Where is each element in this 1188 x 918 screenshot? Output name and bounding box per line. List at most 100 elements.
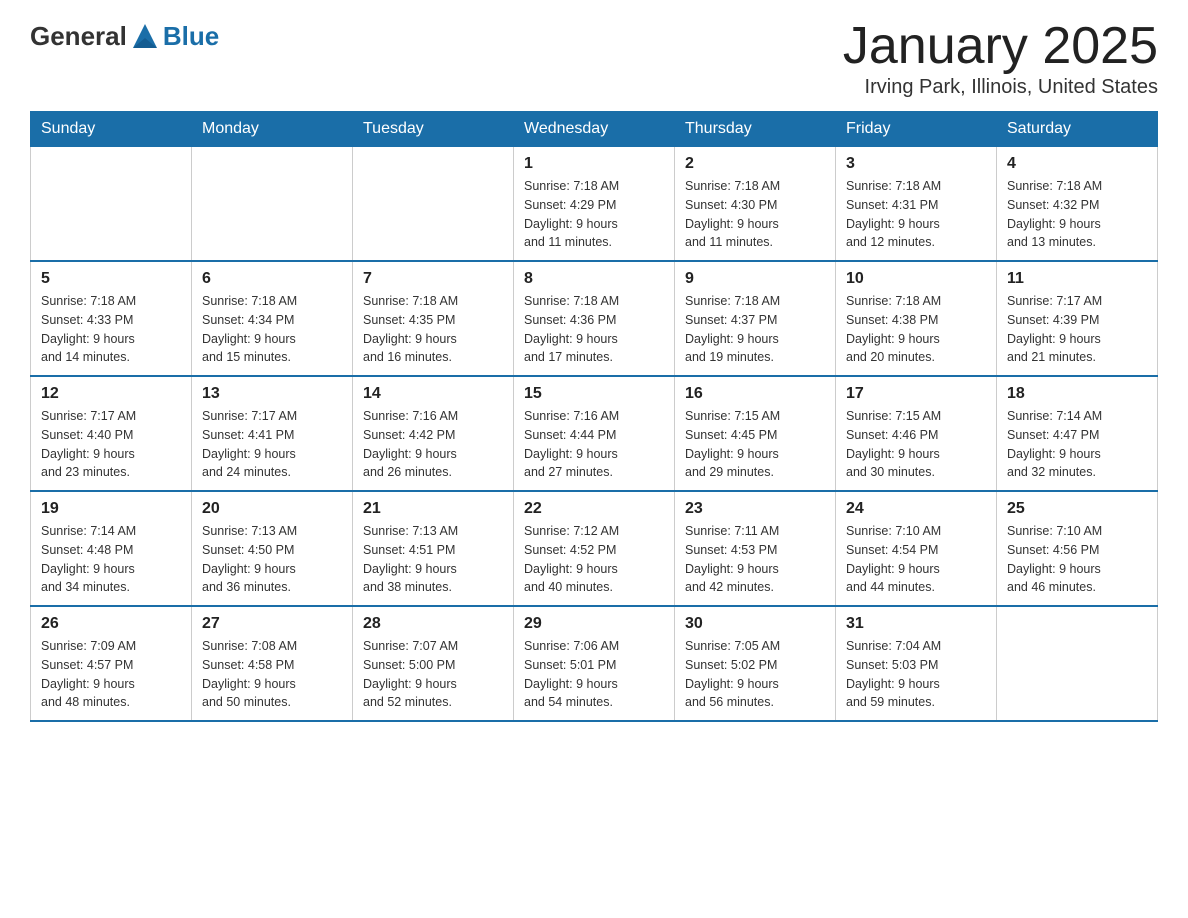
table-row: 18 Sunrise: 7:14 AMSunset: 4:47 PMDayligh… [997, 376, 1158, 491]
day-info: Sunrise: 7:18 AMSunset: 4:37 PMDaylight:… [685, 292, 825, 367]
day-number: 14 [363, 385, 503, 403]
table-row: 14 Sunrise: 7:16 AMSunset: 4:42 PMDayligh… [353, 376, 514, 491]
day-number: 12 [41, 385, 181, 403]
table-row [192, 147, 353, 262]
day-number: 20 [202, 500, 342, 518]
day-info: Sunrise: 7:14 AMSunset: 4:48 PMDaylight:… [41, 522, 181, 597]
day-info: Sunrise: 7:06 AMSunset: 5:01 PMDaylight:… [524, 637, 664, 712]
day-info: Sunrise: 7:18 AMSunset: 4:29 PMDaylight:… [524, 177, 664, 252]
day-info: Sunrise: 7:13 AMSunset: 4:50 PMDaylight:… [202, 522, 342, 597]
day-info: Sunrise: 7:18 AMSunset: 4:36 PMDaylight:… [524, 292, 664, 367]
table-row [997, 606, 1158, 721]
table-row: 11Sunrise: 7:17 AMSunset: 4:39 PMDayligh… [997, 261, 1158, 376]
table-row [353, 147, 514, 262]
day-info: Sunrise: 7:07 AMSunset: 5:00 PMDaylight:… [363, 637, 503, 712]
day-info: Sunrise: 7:16 AMSunset: 4:42 PMDaylight:… [363, 407, 503, 482]
day-info: Sunrise: 7:10 AMSunset: 4:54 PMDaylight:… [846, 522, 986, 597]
day-info: Sunrise: 7:10 AMSunset: 4:56 PMDaylight:… [1007, 522, 1147, 597]
table-row: 6 Sunrise: 7:18 AMSunset: 4:34 PMDaylight… [192, 261, 353, 376]
table-row: 17Sunrise: 7:15 AMSunset: 4:46 PMDayligh… [836, 376, 997, 491]
day-info: Sunrise: 7:18 AMSunset: 4:35 PMDaylight:… [363, 292, 503, 367]
day-info: Sunrise: 7:17 AMSunset: 4:39 PMDaylight:… [1007, 292, 1147, 367]
day-info: Sunrise: 7:17 AMSunset: 4:41 PMDaylight:… [202, 407, 342, 482]
calendar-week-row: 1 Sunrise: 7:18 AMSunset: 4:29 PMDaylight… [31, 147, 1158, 262]
table-row: 21Sunrise: 7:13 AMSunset: 4:51 PMDayligh… [353, 491, 514, 606]
calendar-week-row: 5 Sunrise: 7:18 AMSunset: 4:33 PMDaylight… [31, 261, 1158, 376]
day-info: Sunrise: 7:17 AMSunset: 4:40 PMDaylight:… [41, 407, 181, 482]
day-number: 29 [524, 615, 664, 633]
table-row: 30 Sunrise: 7:05 AMSunset: 5:02 PMDayligh… [675, 606, 836, 721]
day-info: Sunrise: 7:09 AMSunset: 4:57 PMDaylight:… [41, 637, 181, 712]
day-info: Sunrise: 7:18 AMSunset: 4:32 PMDaylight:… [1007, 177, 1147, 252]
table-row: 29 Sunrise: 7:06 AMSunset: 5:01 PMDayligh… [514, 606, 675, 721]
table-row: 22 Sunrise: 7:12 AMSunset: 4:52 PMDayligh… [514, 491, 675, 606]
day-number: 30 [685, 615, 825, 633]
day-number: 10 [846, 270, 986, 288]
day-number: 4 [1007, 155, 1147, 173]
day-info: Sunrise: 7:11 AMSunset: 4:53 PMDaylight:… [685, 522, 825, 597]
day-number: 6 [202, 270, 342, 288]
location: Irving Park, Illinois, United States [843, 76, 1158, 99]
col-wednesday: Wednesday [514, 112, 675, 147]
day-number: 3 [846, 155, 986, 173]
table-row: 7Sunrise: 7:18 AMSunset: 4:35 PMDaylight… [353, 261, 514, 376]
col-friday: Friday [836, 112, 997, 147]
day-number: 2 [685, 155, 825, 173]
table-row: 24 Sunrise: 7:10 AMSunset: 4:54 PMDayligh… [836, 491, 997, 606]
table-row: 9Sunrise: 7:18 AMSunset: 4:37 PMDaylight… [675, 261, 836, 376]
day-info: Sunrise: 7:08 AMSunset: 4:58 PMDaylight:… [202, 637, 342, 712]
table-row: 31 Sunrise: 7:04 AMSunset: 5:03 PMDayligh… [836, 606, 997, 721]
day-info: Sunrise: 7:18 AMSunset: 4:31 PMDaylight:… [846, 177, 986, 252]
day-info: Sunrise: 7:15 AMSunset: 4:45 PMDaylight:… [685, 407, 825, 482]
calendar-week-row: 19 Sunrise: 7:14 AMSunset: 4:48 PMDayligh… [31, 491, 1158, 606]
day-number: 21 [363, 500, 503, 518]
logo-icon [129, 20, 161, 52]
day-info: Sunrise: 7:14 AMSunset: 4:47 PMDaylight:… [1007, 407, 1147, 482]
day-number: 18 [1007, 385, 1147, 403]
table-row: 19 Sunrise: 7:14 AMSunset: 4:48 PMDayligh… [31, 491, 192, 606]
table-row: 4 Sunrise: 7:18 AMSunset: 4:32 PMDaylight… [997, 147, 1158, 262]
calendar-header-row: Sunday Monday Tuesday Wednesday Thursday… [31, 112, 1158, 147]
day-info: Sunrise: 7:05 AMSunset: 5:02 PMDaylight:… [685, 637, 825, 712]
table-row: 26 Sunrise: 7:09 AMSunset: 4:57 PMDayligh… [31, 606, 192, 721]
day-info: Sunrise: 7:18 AMSunset: 4:34 PMDaylight:… [202, 292, 342, 367]
table-row: 12 Sunrise: 7:17 AMSunset: 4:40 PMDayligh… [31, 376, 192, 491]
day-number: 24 [846, 500, 986, 518]
col-saturday: Saturday [997, 112, 1158, 147]
day-number: 27 [202, 615, 342, 633]
day-number: 31 [846, 615, 986, 633]
day-info: Sunrise: 7:04 AMSunset: 5:03 PMDaylight:… [846, 637, 986, 712]
day-number: 5 [41, 270, 181, 288]
table-row: 5 Sunrise: 7:18 AMSunset: 4:33 PMDaylight… [31, 261, 192, 376]
logo-text-general: General [30, 21, 127, 52]
day-number: 13 [202, 385, 342, 403]
day-info: Sunrise: 7:16 AMSunset: 4:44 PMDaylight:… [524, 407, 664, 482]
logo-text-blue: Blue [163, 21, 219, 52]
day-number: 1 [524, 155, 664, 173]
day-number: 23 [685, 500, 825, 518]
col-monday: Monday [192, 112, 353, 147]
month-title: January 2025 [843, 20, 1158, 72]
table-row: 10 Sunrise: 7:18 AMSunset: 4:38 PMDayligh… [836, 261, 997, 376]
table-row: 28Sunrise: 7:07 AMSunset: 5:00 PMDayligh… [353, 606, 514, 721]
day-number: 26 [41, 615, 181, 633]
day-number: 19 [41, 500, 181, 518]
table-row: 15 Sunrise: 7:16 AMSunset: 4:44 PMDayligh… [514, 376, 675, 491]
col-thursday: Thursday [675, 112, 836, 147]
day-info: Sunrise: 7:18 AMSunset: 4:38 PMDaylight:… [846, 292, 986, 367]
table-row: 13 Sunrise: 7:17 AMSunset: 4:41 PMDayligh… [192, 376, 353, 491]
day-number: 15 [524, 385, 664, 403]
day-info: Sunrise: 7:18 AMSunset: 4:33 PMDaylight:… [41, 292, 181, 367]
day-number: 22 [524, 500, 664, 518]
page-header: General Blue January 2025 Irving Park, I… [30, 20, 1158, 99]
table-row: 27 Sunrise: 7:08 AMSunset: 4:58 PMDayligh… [192, 606, 353, 721]
table-row: 3 Sunrise: 7:18 AMSunset: 4:31 PMDaylight… [836, 147, 997, 262]
day-info: Sunrise: 7:12 AMSunset: 4:52 PMDaylight:… [524, 522, 664, 597]
calendar-week-row: 26 Sunrise: 7:09 AMSunset: 4:57 PMDayligh… [31, 606, 1158, 721]
calendar-table: Sunday Monday Tuesday Wednesday Thursday… [30, 111, 1158, 722]
day-number: 8 [524, 270, 664, 288]
table-row: 20 Sunrise: 7:13 AMSunset: 4:50 PMDayligh… [192, 491, 353, 606]
table-row: 23 Sunrise: 7:11 AMSunset: 4:53 PMDayligh… [675, 491, 836, 606]
table-row: 25Sunrise: 7:10 AMSunset: 4:56 PMDayligh… [997, 491, 1158, 606]
col-sunday: Sunday [31, 112, 192, 147]
